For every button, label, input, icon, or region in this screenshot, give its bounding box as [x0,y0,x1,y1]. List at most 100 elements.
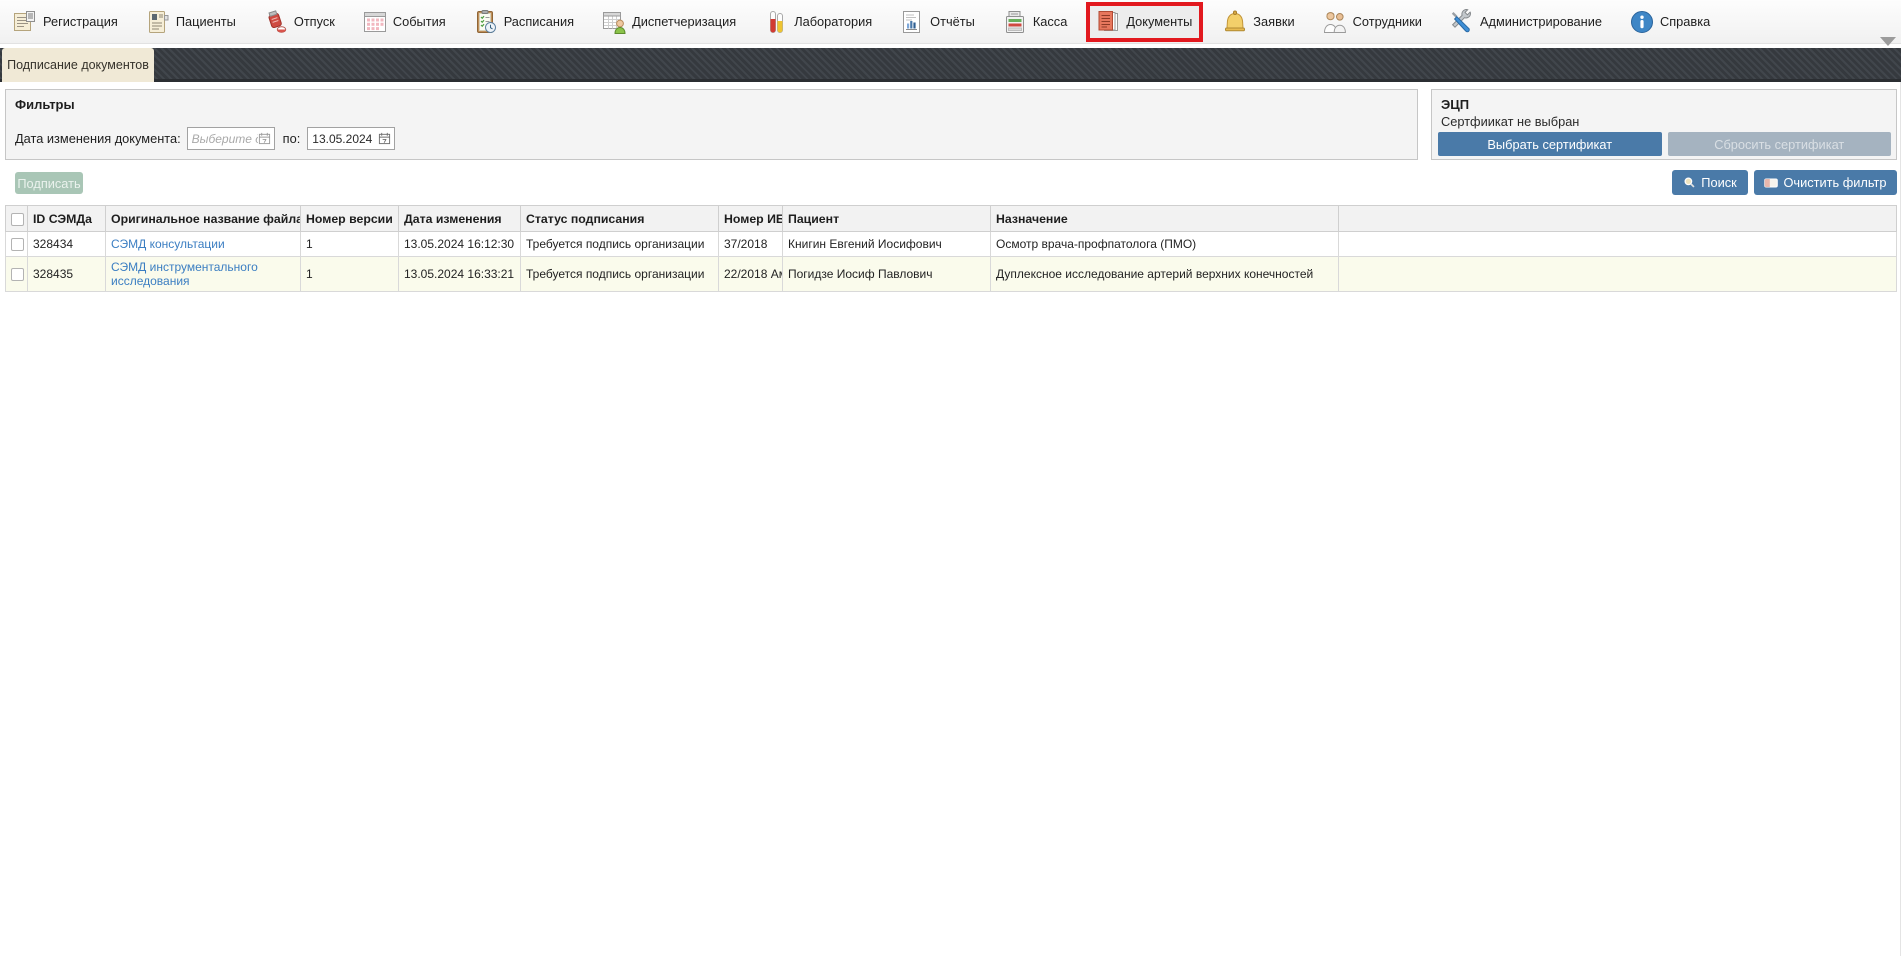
toolbar-item-cash[interactable]: Касса [1002,9,1068,35]
tab-label: Подписание документов [7,58,149,72]
toolbar-item-label: События [393,14,446,29]
toolbar-item-registration[interactable]: Регистрация [12,9,118,35]
row-checkbox[interactable] [11,238,24,251]
clear-filter-button-label: Очистить фильтр [1783,175,1886,190]
cell-ib: 37/2018 [719,232,783,257]
date-from-input[interactable] [192,132,258,146]
cell-ib: 22/2018 Амб. [719,257,783,292]
cell-modified: 13.05.2024 16:33:21 [399,257,521,292]
toolbar-item-requests[interactable]: Заявки [1222,9,1294,35]
documents-icon [1095,9,1121,35]
document-link[interactable]: СЭМД инструментального исследования [111,260,258,288]
staff-icon [1322,9,1348,35]
toolbar-item-label: Администрирование [1480,14,1602,29]
cell-modified: 13.05.2024 16:12:30 [399,232,521,257]
documents-table: ID СЭМДа Оригинальное название файла Ном… [5,205,1897,292]
toolbar-item-label: Отчёты [930,14,975,29]
clear-filter-button[interactable]: Очистить фильтр [1754,170,1897,195]
column-header-patient: Пациент [783,206,991,232]
toolbar-overflow-chevron-down-icon[interactable] [1880,37,1896,46]
date-to-box [307,127,395,150]
column-header-modified: Дата изменения [399,206,521,232]
tab-strip: Подписание документов [0,48,1901,82]
cell-assignment: Дуплексное исследование артерий верхних … [991,257,1339,292]
column-header-id: ID СЭМДа [28,206,106,232]
search-button[interactable]: Поиск [1672,170,1748,195]
toolbar-item-label: Касса [1033,14,1068,29]
cell-spacer [1339,232,1897,257]
ecp-panel: ЭЦП Сертфиикат не выбран Выбрать сертифи… [1431,89,1897,160]
requests-icon [1222,9,1248,35]
toolbar-item-staff[interactable]: Сотрудники [1322,9,1422,35]
select-all-checkbox[interactable] [11,213,24,226]
cell-file: СЭМД консультации [106,232,301,257]
row-checkbox-cell [6,232,28,257]
toolbar-item-events[interactable]: События [362,9,446,35]
column-header-status: Статус подписания [521,206,719,232]
filters-title: Фильтры [6,90,1417,112]
toolbar-item-administration[interactable]: Администрирование [1449,9,1602,35]
date-filter-row: Дата изменения документа: по: [15,127,395,150]
filters-panel: Фильтры Дата изменения документа: по: [5,89,1418,160]
date-filter-label: Дата изменения документа: [15,131,181,146]
help-icon [1629,9,1655,35]
tab-document-signing[interactable]: Подписание документов [2,48,154,82]
toolbar-item-label: Заявки [1253,14,1294,29]
date-to-label: по: [283,131,301,146]
patients-icon [145,9,171,35]
toolbar-item-schedules[interactable]: Расписания [473,9,574,35]
column-header-spacer [1339,206,1897,232]
cell-spacer [1339,257,1897,292]
toolbar-item-vacation[interactable]: Отпуск [263,9,335,35]
toolbar-item-label: Расписания [504,14,574,29]
reset-certificate-button[interactable]: Сбросить сертификат [1668,132,1892,156]
cash-icon [1002,9,1028,35]
toolbar-item-label: Справка [1660,14,1710,29]
ecp-buttons-row: Выбрать сертификат Сбросить сертификат [1438,132,1891,156]
cell-version: 1 [301,257,399,292]
toolbar-item-patients[interactable]: Пациенты [145,9,236,35]
toolbar-item-label: Отпуск [294,14,335,29]
table-row: 328435 СЭМД инструментального исследован… [6,257,1897,292]
cell-patient: Книгин Евгений Иосифович [783,232,991,257]
cell-status: Требуется подпись организации [521,232,719,257]
toolbar-item-laboratory[interactable]: Лаборатория [763,9,872,35]
toolbar-item-reports[interactable]: Отчёты [899,9,975,35]
toolbar-item-label: Сотрудники [1353,14,1422,29]
table-row: 328434 СЭМД консультации 1 13.05.2024 16… [6,232,1897,257]
vacation-icon [263,9,289,35]
laboratory-icon [763,9,789,35]
cell-patient: Погидзе Иосиф Павлович [783,257,991,292]
toolbar-item-label: Диспетчеризация [632,14,736,29]
admin-icon [1449,9,1475,35]
events-icon [362,9,388,35]
date-to-input[interactable] [312,132,378,146]
column-header-file: Оригинальное название файла [106,206,301,232]
toolbar-item-documents[interactable]: Документы [1086,2,1203,42]
toolbar-item-dispatch[interactable]: Диспетчеризация [601,9,736,35]
calendar-icon[interactable] [258,132,271,145]
toolbar-item-help[interactable]: Справка [1629,9,1710,35]
registration-icon [12,9,38,35]
toolbar-item-label: Регистрация [43,14,118,29]
toolbar-item-label: Лаборатория [794,14,872,29]
table-header-row: ID СЭМДа Оригинальное название файла Ном… [6,206,1897,232]
document-link[interactable]: СЭМД консультации [111,237,225,251]
toolbar-item-label: Пациенты [176,14,236,29]
cell-id: 328435 [28,257,106,292]
cell-version: 1 [301,232,399,257]
cell-status: Требуется подпись организации [521,257,719,292]
calendar-icon[interactable] [378,132,391,145]
sign-button[interactable]: Подписать [15,172,83,194]
schedules-icon [473,9,499,35]
ecp-title: ЭЦП [1432,90,1896,112]
row-checkbox[interactable] [11,268,24,281]
header-checkbox-cell [6,206,28,232]
certificate-status-text: Сертфиикат не выбран [1441,114,1579,129]
reports-icon [899,9,925,35]
search-button-label: Поиск [1701,175,1736,190]
toolbar-item-label: Документы [1126,14,1192,29]
content-area: Фильтры Дата изменения документа: по: ЭЦ… [0,82,1901,956]
cell-assignment: Осмотр врача-профпатолога (ПМО) [991,232,1339,257]
select-certificate-button[interactable]: Выбрать сертификат [1438,132,1662,156]
